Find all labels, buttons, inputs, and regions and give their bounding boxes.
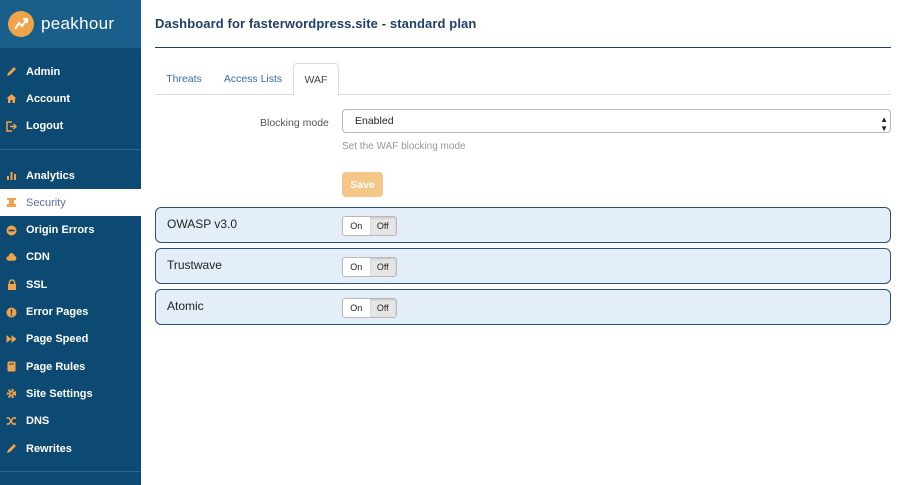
peakhour-logo-icon bbox=[8, 11, 34, 37]
ruleset-name: Atomic bbox=[167, 299, 204, 313]
sidebar-item-label: DNS bbox=[26, 415, 50, 428]
sidebar-item-label: Rewrites bbox=[26, 442, 72, 455]
sidebar-item-page-speed[interactable]: Page Speed bbox=[0, 326, 141, 353]
sidebar-item-cdn[interactable]: CDN bbox=[0, 244, 141, 271]
sidebar-item-ssl[interactable]: SSL bbox=[0, 271, 141, 298]
sidebar-item-label: Error Pages bbox=[26, 306, 89, 319]
toggle-on-button[interactable]: On bbox=[343, 217, 370, 235]
sidebar-item-error-pages[interactable]: Error Pages bbox=[0, 298, 141, 325]
chevron-updown-icon: ▲ ▼ bbox=[880, 115, 888, 133]
ruleset-name: OWASP v3.0 bbox=[167, 217, 238, 231]
toggle-off-button[interactable]: Off bbox=[369, 217, 396, 235]
sidebar-item-origin-errors[interactable]: Origin Errors bbox=[0, 216, 141, 243]
main-content: Dashboard for fasterwordpress.site - sta… bbox=[141, 0, 900, 485]
save-button[interactable]: Save bbox=[342, 172, 383, 197]
account-nav: Admin Account Logout bbox=[0, 48, 141, 140]
minus-circle-icon bbox=[6, 225, 17, 236]
pencil-icon bbox=[6, 443, 17, 454]
sidebar-item-label: Page Rules bbox=[26, 360, 86, 373]
ruleset-toggle: On Off bbox=[342, 257, 397, 277]
blocking-mode-value: Enabled bbox=[355, 115, 394, 127]
tab-bar: Threats Access Lists WAF bbox=[155, 63, 891, 96]
ruleset-toggle: On Off bbox=[342, 298, 397, 318]
ruleset-name: Trustwave bbox=[167, 258, 222, 272]
fast-forward-icon bbox=[6, 334, 17, 345]
sidebar-item-label: Account bbox=[26, 92, 70, 105]
ruleset-card-atomic: Atomic On Off bbox=[155, 289, 891, 325]
blocking-mode-label: Blocking mode bbox=[260, 117, 329, 129]
tab-threats[interactable]: Threats bbox=[155, 63, 213, 95]
title-divider bbox=[155, 47, 891, 48]
gear-icon bbox=[6, 388, 17, 399]
sidebar-item-label: Analytics bbox=[26, 169, 75, 182]
sidebar-item-label: CDN bbox=[26, 251, 50, 264]
tab-access-lists[interactable]: Access Lists bbox=[213, 63, 293, 95]
sidebar-item-admin[interactable]: Admin bbox=[0, 58, 141, 85]
sidebar-item-label: SSL bbox=[26, 278, 48, 291]
site-nav: Analytics Security Origin Errors CDN SSL… bbox=[0, 162, 141, 462]
sidebar-item-account[interactable]: Account bbox=[0, 85, 141, 112]
sidebar-item-label: Origin Errors bbox=[26, 224, 95, 237]
sidebar: peakhour Admin Account Logout Analytics … bbox=[0, 0, 141, 485]
sidebar-divider bbox=[0, 471, 141, 473]
sidebar-item-security[interactable]: Security bbox=[0, 189, 141, 217]
ruleset-card-trustwave: Trustwave On Off bbox=[155, 248, 891, 284]
shield-icon bbox=[6, 197, 17, 208]
sidebar-item-label: Logout bbox=[26, 120, 64, 133]
sidebar-item-label: Site Settings bbox=[26, 387, 93, 400]
shuffle-icon bbox=[6, 416, 17, 427]
sidebar-item-page-rules[interactable]: Page Rules bbox=[0, 353, 141, 380]
tab-waf[interactable]: WAF bbox=[293, 63, 339, 96]
sidebar-item-rewrites[interactable]: Rewrites bbox=[0, 435, 141, 462]
toggle-off-button[interactable]: Off bbox=[369, 258, 396, 276]
sidebar-item-logout[interactable]: Logout bbox=[0, 113, 141, 140]
sidebar-divider bbox=[0, 148, 141, 150]
ruleset-toggle: On Off bbox=[342, 216, 397, 236]
page-title: Dashboard for fasterwordpress.site - sta… bbox=[155, 16, 477, 31]
toggle-on-button[interactable]: On bbox=[343, 299, 370, 317]
brand-name: peakhour bbox=[41, 14, 115, 33]
sidebar-item-dns[interactable]: DNS bbox=[0, 408, 141, 435]
home-icon bbox=[6, 93, 17, 104]
bar-chart-icon bbox=[6, 170, 17, 181]
toggle-on-button[interactable]: On bbox=[343, 258, 370, 276]
sidebar-item-label: Page Speed bbox=[26, 333, 89, 346]
toggle-off-button[interactable]: Off bbox=[369, 299, 396, 317]
sidebar-item-label: Admin bbox=[26, 65, 61, 78]
lock-icon bbox=[6, 279, 17, 291]
ruleset-card-owasp: OWASP v3.0 On Off bbox=[155, 207, 891, 243]
blocking-mode-help: Set the WAF blocking mode bbox=[342, 141, 466, 152]
cloud-icon bbox=[6, 252, 17, 263]
book-icon bbox=[6, 361, 17, 372]
pencil-icon bbox=[6, 66, 17, 77]
exclamation-icon bbox=[6, 307, 17, 318]
logout-icon bbox=[6, 120, 17, 132]
sidebar-item-analytics[interactable]: Analytics bbox=[0, 162, 141, 189]
blocking-mode-select[interactable]: Enabled ▲ ▼ bbox=[342, 109, 891, 133]
brand[interactable]: peakhour bbox=[0, 0, 141, 48]
sidebar-item-label: Security bbox=[26, 196, 66, 209]
sidebar-item-site-settings[interactable]: Site Settings bbox=[0, 380, 141, 407]
